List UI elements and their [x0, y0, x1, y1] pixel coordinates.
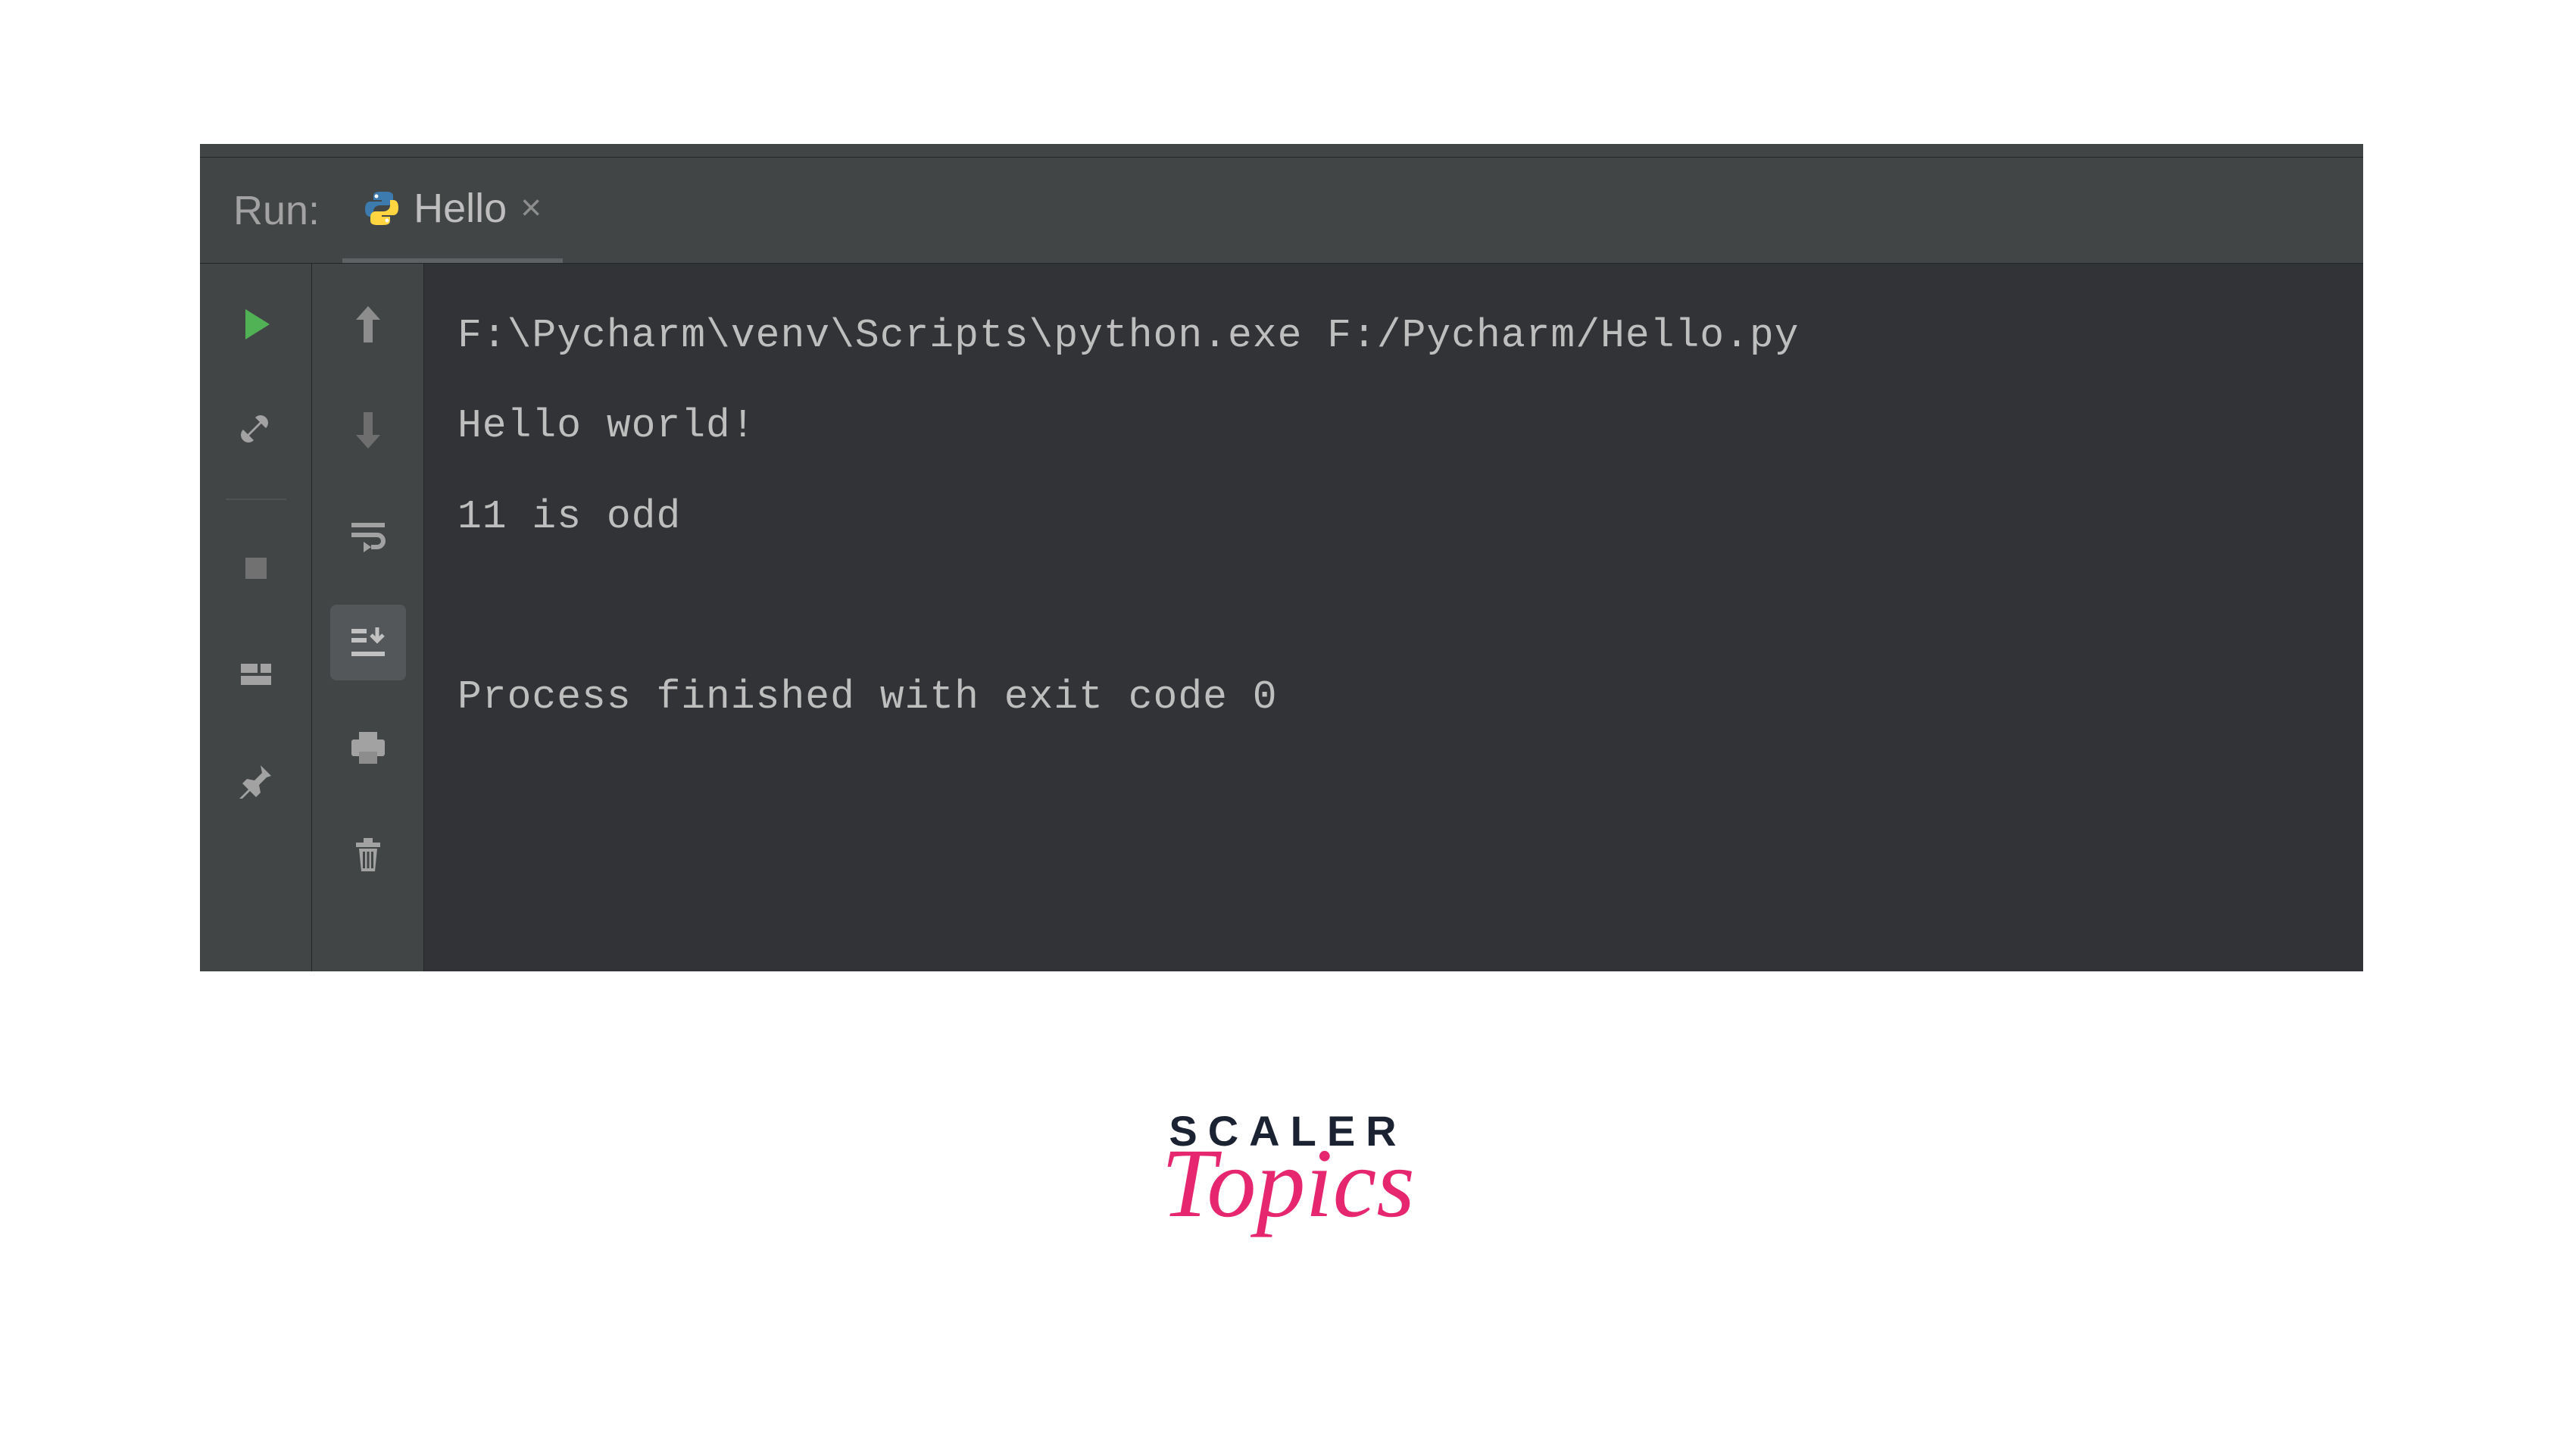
toolbar-divider [226, 499, 286, 500]
print-button[interactable] [330, 711, 406, 786]
run-toolbar-secondary [312, 264, 424, 971]
soft-wrap-button[interactable] [330, 499, 406, 574]
rerun-button[interactable] [218, 286, 294, 362]
ide-run-panel: Run: Hello × [200, 144, 2363, 971]
run-tab-bar: Run: Hello × [200, 158, 2363, 264]
down-arrow-button[interactable] [330, 392, 406, 468]
logo-line2: Topics [1161, 1134, 1415, 1233]
console-line: 11 is odd [457, 494, 681, 539]
pin-button[interactable] [218, 743, 294, 818]
run-tab-hello[interactable]: Hello × [342, 158, 563, 263]
trash-button[interactable] [330, 817, 406, 893]
python-icon [364, 190, 400, 227]
scroll-to-end-button[interactable] [330, 605, 406, 680]
console-line: F:\Pycharm\venv\Scripts\python.exe F:/Py… [457, 313, 1799, 358]
stop-button[interactable] [218, 530, 294, 606]
console-output[interactable]: F:\Pycharm\venv\Scripts\python.exe F:/Py… [424, 264, 2363, 971]
run-body: F:\Pycharm\venv\Scripts\python.exe F:/Py… [200, 264, 2363, 971]
scaler-topics-logo: SCALER Topics [1161, 1106, 1415, 1233]
tab-label: Hello [414, 185, 507, 232]
run-label: Run: [200, 187, 342, 234]
wrench-button[interactable] [218, 392, 294, 468]
console-line: Process finished with exit code 0 [457, 674, 1278, 720]
layout-button[interactable] [218, 636, 294, 712]
console-line: Hello world! [457, 403, 756, 449]
window-top-strip [200, 144, 2363, 158]
up-arrow-button[interactable] [330, 286, 406, 362]
close-icon[interactable]: × [520, 190, 542, 227]
run-toolbar-primary [200, 264, 312, 971]
